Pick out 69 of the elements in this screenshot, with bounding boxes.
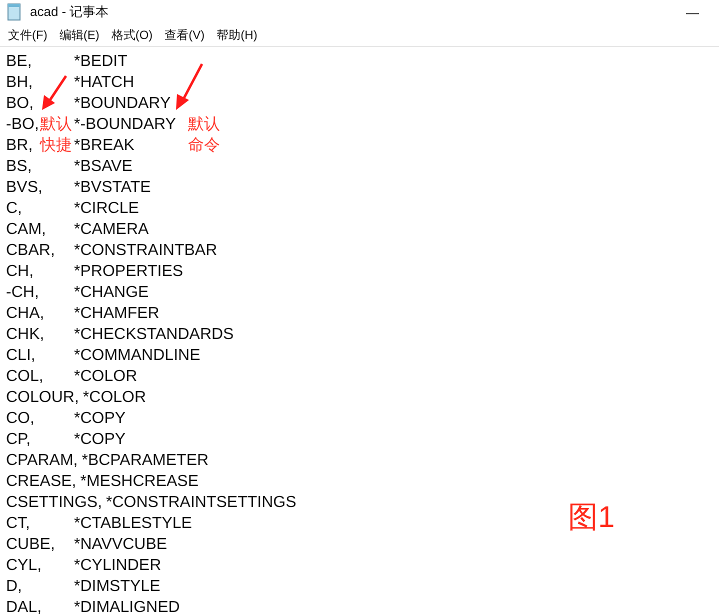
command-text: *PROPERTIES <box>74 262 184 282</box>
alias-text: BO, <box>6 94 34 114</box>
command-text: *DIMSTYLE <box>74 577 160 597</box>
command-text: *BEDIT <box>74 52 128 72</box>
command-text: *CONSTRAINTBAR <box>74 241 218 261</box>
annotation-text: 默认 <box>188 115 220 135</box>
figure-caption: 图1 <box>568 500 615 536</box>
command-text: *COMMANDLINE <box>74 346 200 366</box>
command-text: *BSAVE <box>74 157 132 177</box>
alias-text: CPARAM, <box>6 451 78 471</box>
command-text: *COLOR <box>82 388 146 408</box>
command-text: *-BOUNDARY <box>74 115 176 135</box>
menu-item[interactable]: 文件(F) <box>2 26 54 44</box>
command-text: *BCPARAMETER <box>82 451 209 471</box>
command-text: *CONSTRAINTSETTINGS <box>106 493 296 513</box>
command-text: *BOUNDARY <box>74 94 171 114</box>
window-title: acad - 记事本 <box>30 3 110 21</box>
alias-text: CT, <box>6 514 30 534</box>
command-text: *COPY <box>74 409 126 429</box>
arrow-drawing <box>176 63 204 110</box>
menu-item[interactable]: 格式(O) <box>105 26 159 44</box>
command-text: *DIMALIGNED <box>74 598 180 615</box>
command-text: *CIRCLE <box>74 199 139 219</box>
arrow-drawing <box>42 75 68 110</box>
alias-text: CO, <box>6 409 34 429</box>
command-text: *BREAK <box>74 136 134 156</box>
alias-text: CH, <box>6 262 34 282</box>
alias-text: COLOUR, <box>6 388 79 408</box>
command-text: *CYLINDER <box>74 556 162 576</box>
alias-text: CYL, <box>6 556 42 576</box>
command-text: *HATCH <box>74 73 134 93</box>
alias-text: BS, <box>6 157 32 177</box>
command-text: *CHECKSTANDARDS <box>74 325 234 345</box>
command-text: *BVSTATE <box>74 178 151 198</box>
alias-text: -BO, <box>6 115 39 135</box>
alias-text: CUBE, <box>6 535 55 555</box>
annotation-text: 默认 <box>40 115 72 135</box>
alias-text: CP, <box>6 430 31 450</box>
command-text: *CTABLESTYLE <box>74 514 192 534</box>
menu-item[interactable]: 查看(V) <box>158 26 211 44</box>
alias-text: CBAR, <box>6 241 55 261</box>
alias-text: BVS, <box>6 178 42 198</box>
alias-text: CSETTINGS, <box>6 493 102 513</box>
annotation-text: 快捷 <box>40 136 72 156</box>
alias-text: D, <box>6 577 22 597</box>
annotation-text: 命令 <box>188 136 220 156</box>
alias-text: CREASE, <box>6 472 76 492</box>
command-text: *COPY <box>74 430 126 450</box>
alias-text: CAM, <box>6 220 46 240</box>
menu-item[interactable]: 编辑(E) <box>53 26 106 44</box>
alias-text: BR, <box>6 136 33 156</box>
alias-text: COL, <box>6 367 44 387</box>
command-text: *MESHCREASE <box>80 472 198 492</box>
command-text: *CHAMFER <box>74 304 160 324</box>
alias-text: C, <box>6 199 22 219</box>
alias-text: -CH, <box>6 283 39 303</box>
alias-text: DAL, <box>6 598 42 615</box>
alias-text: CHK, <box>6 325 44 345</box>
command-text: *NAVVCUBE <box>74 535 168 555</box>
notepad-icon <box>6 3 22 21</box>
minimize-button[interactable]: — <box>672 4 713 20</box>
alias-text: CHA, <box>6 304 44 324</box>
command-text: *CAMERA <box>74 220 149 240</box>
alias-text: BE, <box>6 52 32 72</box>
command-text: *COLOR <box>74 367 138 387</box>
alias-text: BH, <box>6 73 33 93</box>
command-text: *CHANGE <box>74 283 149 303</box>
menu-item[interactable]: 帮助(H) <box>210 26 264 44</box>
alias-text: CLI, <box>6 346 36 366</box>
